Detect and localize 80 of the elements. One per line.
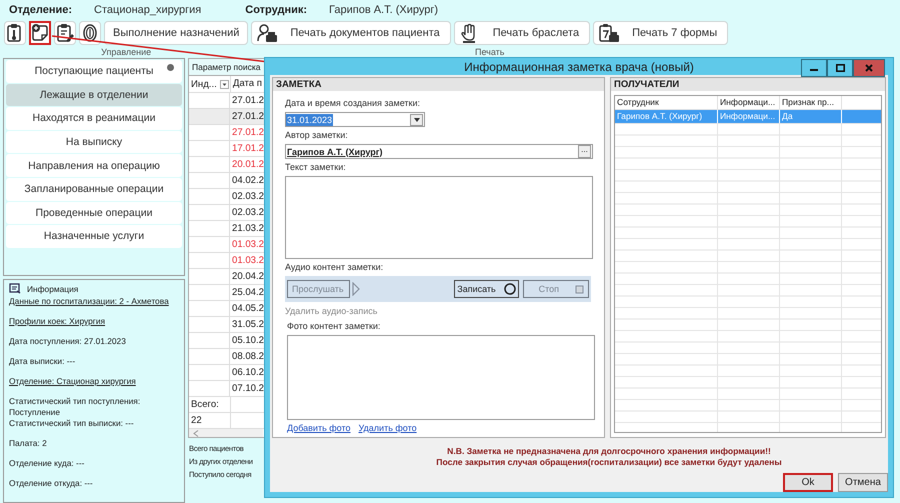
info-text: Отделение куда: --- bbox=[9, 458, 86, 469]
toolbar-button[interactable]: Печать 7 формы bbox=[593, 21, 728, 45]
dialog-button[interactable]: Отмена bbox=[838, 473, 888, 492]
maximize-button[interactable] bbox=[827, 59, 853, 77]
sidebar-item[interactable]: Проведенные операции bbox=[6, 202, 182, 224]
play-icon bbox=[352, 282, 360, 296]
close-button[interactable] bbox=[853, 59, 885, 77]
total-label: Всего: bbox=[189, 397, 231, 412]
group-label: Печать bbox=[474, 48, 504, 57]
info-link[interactable]: Отделение: Стационар хирургия bbox=[9, 376, 181, 387]
info-text: Палата: 2 bbox=[9, 438, 48, 449]
person-printer-icon bbox=[256, 23, 278, 43]
author-field[interactable]: Гарипов А.Т. (Хирург) ... bbox=[285, 144, 593, 159]
horizontal-scrollbar[interactable] bbox=[189, 429, 263, 437]
column-header[interactable]: Сотрудник bbox=[615, 96, 718, 109]
employee-value: Гарипов А.Т. (Хирург) bbox=[329, 4, 438, 16]
clipboard-printer-icon bbox=[598, 23, 620, 43]
warning-text: N.B. Заметка не предназначена для долгосрочного хранения информации!! bbox=[446, 446, 772, 457]
group-heading: ЗАМЕТКА bbox=[273, 78, 604, 91]
sidebar-item[interactable]: Направления на операцию bbox=[6, 154, 182, 177]
close-icon bbox=[865, 64, 873, 72]
dialog-title: Информационная заметка врача (новый) bbox=[464, 60, 694, 74]
field-label: Текст заметки: bbox=[285, 162, 347, 172]
minimize-button[interactable] bbox=[801, 59, 827, 77]
sidebar-item[interactable]: Назначенные услуги bbox=[6, 225, 182, 248]
date-value: 31.01.2023 bbox=[286, 114, 334, 126]
info-text: Дата поступления: 27.01.2023 bbox=[9, 336, 127, 347]
info-text: Статистический тип выписки: --- bbox=[9, 418, 135, 429]
selected-row[interactable]: 27.01.2 bbox=[189, 109, 265, 125]
note-plus-icon bbox=[30, 23, 50, 43]
dropdown-button[interactable] bbox=[410, 114, 423, 126]
scroll-left-icon bbox=[193, 430, 199, 436]
toolbar-button[interactable] bbox=[29, 21, 51, 45]
info-text: Отделение откуда: --- bbox=[9, 478, 94, 489]
column-header-text: Инд... bbox=[191, 78, 217, 92]
sidebar-item[interactable]: На выписку bbox=[6, 130, 182, 154]
toolbar-button[interactable]: Печать браслета bbox=[454, 21, 590, 45]
column-header[interactable]: Информаци... bbox=[718, 96, 780, 109]
group-label: Управление bbox=[101, 48, 152, 57]
table-cell: Информаци... bbox=[718, 110, 780, 123]
photo-link[interactable]: Добавить фото bbox=[287, 423, 351, 433]
table-cell: Гарипов А.Т. (Хирург) bbox=[615, 110, 718, 123]
department-label: Отделение: bbox=[9, 4, 72, 16]
info-text: Дата выписки: --- bbox=[9, 356, 76, 367]
sidebar-item[interactable]: Поступающие пациенты bbox=[6, 60, 182, 83]
total-value: 22 bbox=[189, 413, 231, 428]
dialog-button[interactable]: Ok bbox=[783, 473, 833, 492]
table-cell: Да bbox=[780, 110, 842, 123]
toolbar-button[interactable]: Выполнение назначений bbox=[104, 21, 248, 45]
field-label: Аудио контент заметки: bbox=[285, 262, 384, 272]
dropdown-icon bbox=[414, 118, 420, 122]
field-label: Автор заметки: bbox=[285, 130, 349, 140]
browse-button[interactable]: ... bbox=[578, 145, 591, 158]
circle-icon bbox=[504, 283, 516, 295]
column-header[interactable]: Признак пр... bbox=[780, 96, 842, 109]
maximize-icon bbox=[836, 64, 844, 72]
group-heading: ПОЛУЧАТЕЛИ bbox=[611, 78, 885, 91]
record-button[interactable]: Записать bbox=[454, 280, 519, 298]
date-field[interactable]: 31.01.2023 bbox=[285, 112, 425, 127]
sidebar-item[interactable]: Лежащие в отделении bbox=[6, 84, 182, 106]
author-value: Гарипов А.Т. (Хирург) bbox=[286, 146, 383, 156]
info-link[interactable]: Данные по госпитализации: 2 - Ахметова bbox=[9, 296, 181, 307]
clipboard-pencil-icon bbox=[55, 23, 75, 43]
square-icon bbox=[575, 284, 584, 294]
info-link[interactable]: Профили коек: Хирургия bbox=[9, 316, 181, 327]
photo-link[interactable]: Удалить фото bbox=[358, 423, 417, 433]
note-text-area[interactable] bbox=[285, 176, 593, 259]
sidebar-item[interactable]: Запланированные операции bbox=[6, 178, 182, 201]
employee-label: Сотрудник: bbox=[245, 4, 308, 16]
search-tab[interactable]: Параметр поиска bbox=[188, 58, 265, 75]
filter-dropdown-icon bbox=[220, 80, 229, 88]
info-title: Информация bbox=[27, 284, 78, 294]
sidebar-item[interactable]: Находятся в реанимации bbox=[6, 107, 182, 130]
warning-text: После закрытия случая обращения(госпитализации) все заметки будут удалены bbox=[435, 457, 783, 468]
note-icon bbox=[9, 283, 21, 294]
department-value: Стационар_хирургия bbox=[94, 4, 202, 16]
field-label: Фото контент заметки: bbox=[287, 321, 382, 331]
info-text: Статистический тип поступления: Поступление bbox=[9, 396, 142, 418]
field-label: Дата и время создания заметки: bbox=[285, 98, 421, 108]
toolbar-button[interactable]: Печать документов пациента bbox=[251, 21, 451, 45]
